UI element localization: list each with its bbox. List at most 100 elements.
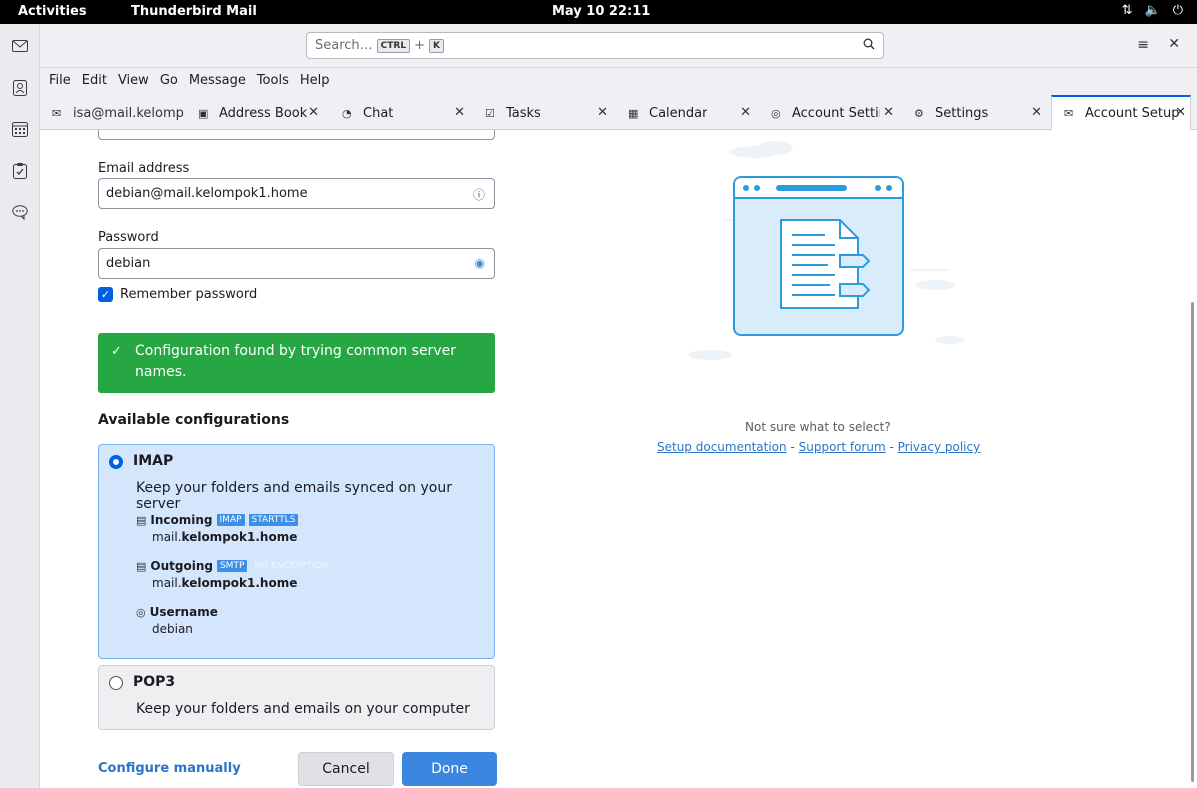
- activities-button[interactable]: Activities: [18, 4, 87, 19]
- done-button[interactable]: Done: [402, 752, 497, 786]
- pop3-title: POP3: [133, 674, 176, 690]
- show-password-eye-icon[interactable]: ◉: [475, 256, 485, 270]
- email-field[interactable]: debian@mail.kelompok1.home ⓘ: [98, 178, 495, 209]
- imap-title: IMAP: [133, 453, 174, 469]
- tab-settings[interactable]: ⚙ Settings ✕: [902, 97, 1050, 130]
- menu-tools[interactable]: Tools: [257, 73, 289, 95]
- pop3-radio[interactable]: [109, 676, 123, 690]
- support-forum-link[interactable]: Support forum: [799, 440, 886, 454]
- scrollbar[interactable]: [1191, 302, 1194, 782]
- address-book-space-icon[interactable]: [10, 78, 30, 98]
- tab-label: Address Book: [219, 106, 308, 121]
- account-settings-icon: ◎: [771, 107, 781, 120]
- close-icon[interactable]: ✕: [597, 105, 608, 120]
- outgoing-server-icon: ▤: [136, 559, 147, 573]
- shortcut-ctrl-key: CTRL: [376, 38, 411, 53]
- clock[interactable]: May 10 22:11: [552, 4, 650, 19]
- chat-icon: ◔: [342, 107, 352, 120]
- tab-strip: ✉ isa@mail.kelomp ▣ Address Book ✕ ◔ Cha…: [40, 95, 1197, 130]
- checkmark-icon: ✓: [111, 344, 122, 359]
- search-input[interactable]: Search… CTRL + K: [306, 32, 884, 59]
- imap-config-option[interactable]: IMAP Keep your folders and emails synced…: [98, 444, 495, 659]
- tab-label: isa@mail.kelomp: [73, 106, 184, 121]
- tab-chat[interactable]: ◔ Chat ✕: [330, 97, 473, 130]
- incoming-label: Incoming: [150, 513, 213, 527]
- hamburger-menu-icon[interactable]: ≡: [1137, 37, 1149, 53]
- setup-documentation-link[interactable]: Setup documentation: [657, 440, 787, 454]
- tab-address-book[interactable]: ▣ Address Book ✕: [186, 97, 327, 130]
- menu-message[interactable]: Message: [189, 73, 246, 95]
- tab-tasks[interactable]: ☑ Tasks ✕: [473, 97, 616, 130]
- outgoing-protocol-badge: SMTP: [216, 560, 248, 572]
- password-value: debian: [106, 256, 151, 271]
- config-found-message: Configuration found by trying common ser…: [135, 343, 456, 380]
- username-label: Username: [149, 605, 218, 619]
- incoming-protocol-badge: IMAP: [216, 514, 245, 526]
- incoming-host: mail.kelompok1.home: [152, 530, 298, 544]
- username-value: debian: [152, 622, 193, 636]
- remember-password-row[interactable]: ✓ Remember password: [98, 287, 257, 302]
- close-icon[interactable]: ✕: [454, 105, 465, 120]
- incoming-server-info: ▤ Incoming IMAP STARTTLS mail.kelompok1.…: [136, 513, 299, 544]
- tab-calendar[interactable]: ▦ Calendar ✕: [616, 97, 759, 130]
- calendar-icon: ▦: [628, 107, 639, 120]
- menu-help[interactable]: Help: [300, 73, 330, 95]
- outgoing-server-info: ▤ Outgoing SMTP NO ENCRYPTION mail.kelom…: [136, 559, 331, 590]
- search-icon: [863, 38, 875, 54]
- close-icon[interactable]: ✕: [740, 105, 751, 120]
- imap-radio[interactable]: [109, 455, 123, 469]
- tab-account-setup[interactable]: ✉ Account Setup ✕: [1051, 95, 1191, 130]
- menu-file[interactable]: File: [49, 73, 71, 95]
- password-field[interactable]: debian ◉: [98, 248, 495, 279]
- close-icon[interactable]: ✕: [1031, 105, 1042, 120]
- outgoing-host: mail.kelompok1.home: [152, 576, 298, 590]
- tab-label: Tasks: [506, 106, 541, 121]
- menu-go[interactable]: Go: [160, 73, 178, 95]
- tab-mail[interactable]: ✉ isa@mail.kelomp: [40, 97, 184, 130]
- menu-view[interactable]: View: [118, 73, 149, 95]
- info-icon: ⓘ: [472, 188, 485, 202]
- tab-label: Calendar: [649, 106, 708, 121]
- mail-space-icon[interactable]: [10, 36, 30, 56]
- address-book-icon: ▣: [198, 107, 209, 120]
- shortcut-k-key: K: [429, 38, 444, 53]
- tasks-space-icon[interactable]: [10, 161, 30, 181]
- search-placeholder: Search…: [315, 38, 373, 53]
- privacy-policy-link[interactable]: Privacy policy: [898, 440, 981, 454]
- close-icon[interactable]: ✕: [883, 105, 894, 120]
- tab-account-settings[interactable]: ◎ Account Settin ✕: [759, 97, 902, 130]
- email-label: Email address: [98, 161, 190, 176]
- spaces-toolbar: [0, 24, 40, 788]
- cancel-button[interactable]: Cancel: [298, 752, 394, 786]
- chat-space-icon[interactable]: [10, 202, 30, 222]
- name-field[interactable]: [98, 130, 495, 140]
- unified-toolbar: Search… CTRL + K ≡ ✕: [40, 24, 1197, 68]
- remember-password-label: Remember password: [120, 287, 258, 302]
- shortcut-plus: +: [414, 38, 425, 53]
- password-label: Password: [98, 230, 159, 245]
- window-close-icon[interactable]: ✕: [1168, 36, 1180, 52]
- gnome-top-bar: Activities Thunderbird Mail May 10 22:11…: [0, 0, 1197, 24]
- close-icon[interactable]: ✕: [1175, 105, 1186, 120]
- app-menu[interactable]: Thunderbird Mail: [131, 4, 257, 19]
- power-icon: ⏻: [1172, 3, 1183, 18]
- volume-icon: 🔈: [1144, 3, 1161, 18]
- configure-manually-link[interactable]: Configure manually: [98, 761, 241, 776]
- account-setup-page: Email address debian@mail.kelompok1.home…: [40, 130, 1197, 788]
- account-setup-icon: ✉: [1064, 107, 1074, 120]
- pop3-description: Keep your folders and emails on your com…: [136, 701, 470, 717]
- calendar-space-icon[interactable]: [10, 119, 30, 139]
- remember-password-checkbox[interactable]: ✓: [98, 287, 113, 302]
- config-found-notification: ✓ Configuration found by trying common s…: [98, 333, 495, 393]
- menu-edit[interactable]: Edit: [82, 73, 107, 95]
- pop3-config-option[interactable]: POP3 Keep your folders and emails on you…: [98, 665, 495, 730]
- outgoing-security-badge: NO ENCRYPTION: [254, 561, 329, 571]
- gear-icon: ⚙: [914, 107, 924, 120]
- system-tray[interactable]: ⇅ 🔈 ⏻: [1122, 3, 1183, 18]
- help-question: Not sure what to select?: [745, 420, 891, 434]
- close-icon[interactable]: ✕: [308, 105, 319, 120]
- tab-label: Settings: [935, 106, 989, 121]
- network-icon: ⇅: [1121, 3, 1133, 18]
- outgoing-label: Outgoing: [150, 559, 213, 573]
- tab-label: Account Settin: [792, 106, 880, 121]
